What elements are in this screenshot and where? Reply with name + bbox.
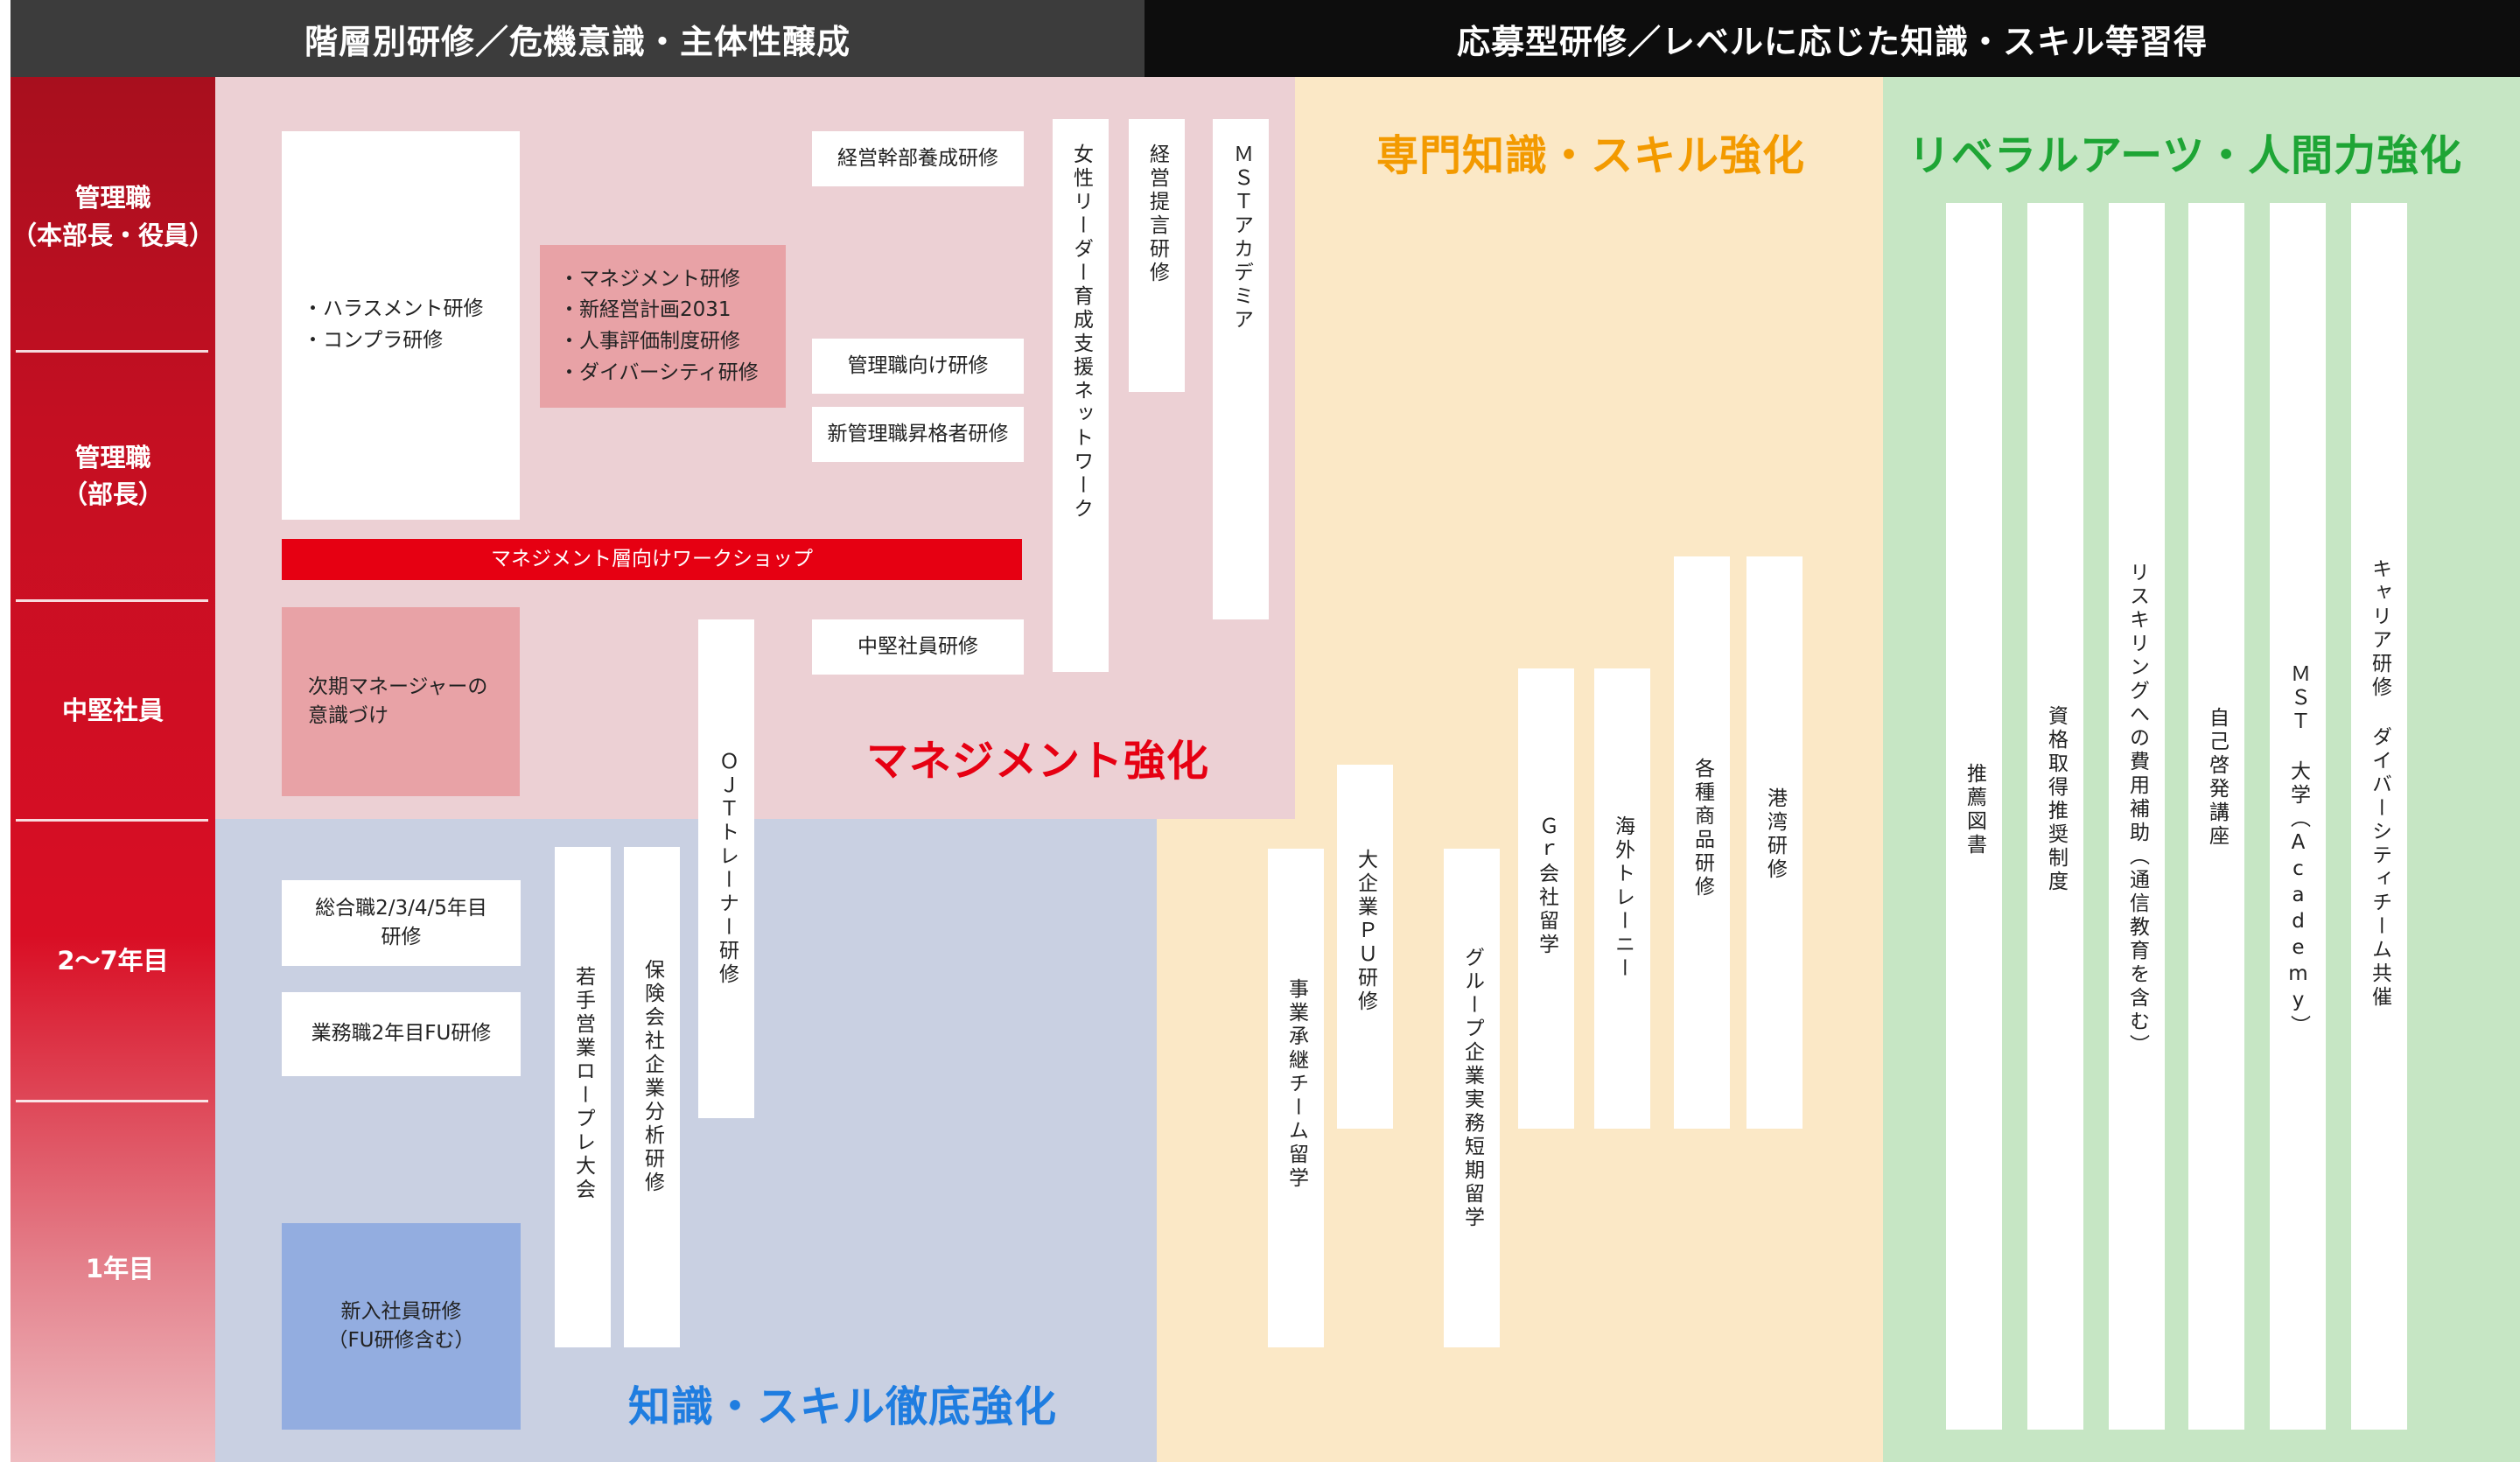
recommended-books-label: 推薦図書	[1963, 763, 1986, 857]
exec-training-box: 経営幹部養成研修	[812, 131, 1024, 186]
young-sales-roleplay-box: 若手営業ロープレ大会	[555, 847, 611, 1347]
header-right: 応募型研修／レベルに応じた知識・スキル等習得	[1144, 0, 2520, 77]
level-exec: 管理職 （本部長・役員）	[10, 183, 214, 250]
mst-academy-label: ＭＳＴアカデミア	[1229, 143, 1253, 332]
large-corp-pu-label: 大企業ＰＵ研修	[1354, 849, 1377, 1014]
management-zone-title: マネジメント強化	[866, 737, 1210, 786]
overseas-trainee-label: 海外トレーニー	[1611, 815, 1634, 981]
specialist-item: Ｇｒ会社留学	[1518, 668, 1574, 1129]
liberal-item: 自己啓発講座	[2188, 203, 2244, 1430]
level-year-1: 1年目	[85, 1253, 155, 1284]
new-hire-training-box: 新入社員研修 （FU研修含む）	[282, 1223, 521, 1430]
liberal-item: 推薦図書	[1946, 203, 2002, 1430]
management-training-box: ・マネジメント研修 ・新経営計画2031 ・人事評価制度研修 ・ダイバーシティ研…	[540, 245, 786, 408]
harassment-compliance-box: ・ハラスメント研修 ・コンプラ研修	[282, 131, 520, 520]
specialist-item: 大企業ＰＵ研修	[1337, 765, 1393, 1129]
level-mid-career: 中堅社員	[61, 695, 164, 725]
header-left: 階層別研修／危機意識・主体性醸成	[10, 0, 1144, 77]
liberal-item: リスキリングへの費用補助（通信教育を含む）	[2109, 203, 2165, 1430]
liberal-item: キャリア研修 ダイバーシティチーム共催	[2351, 203, 2407, 1430]
liberal-zone-title: リベラルアーツ・人間力強化	[1908, 131, 2463, 180]
women-leader-network-box: 女性リーダー育成支援ネットワーク	[1053, 119, 1109, 672]
port-training-label: 港湾研修	[1763, 787, 1787, 882]
specialist-zone-title: 専門知識・スキル強化	[1376, 131, 1806, 180]
clerical-fu-training-box: 業務職2年目FU研修	[282, 992, 521, 1076]
career-year-training-box: 総合職2/3/4/5年目 研修	[282, 880, 521, 966]
specialist-item: 港湾研修	[1746, 556, 1802, 1129]
career-diversity-label: キャリア研修 ダイバーシティチーム共催	[2368, 558, 2391, 1010]
level-year-2-7: 2〜7年目	[57, 945, 169, 976]
group-company-study-label: グループ企業実務短期留学	[1460, 947, 1484, 1230]
specialist-item: 各種商品研修	[1674, 556, 1730, 1129]
group-company-exchange-label: Ｇｒ会社留学	[1535, 815, 1558, 957]
insurer-analysis-box: 保険会社企業分析研修	[624, 847, 680, 1347]
manager-training-box: 管理職向け研修	[812, 339, 1024, 394]
management-workshop-bar: マネジメント層向けワークショップ	[282, 539, 1022, 580]
mid-career-training-box: 中堅社員研修	[812, 619, 1024, 675]
next-manager-box: 次期マネージャーの 意識づけ	[282, 607, 520, 796]
insurer-analysis-label: 保険会社企業分析研修	[640, 959, 664, 1195]
young-sales-roleplay-label: 若手営業ロープレ大会	[571, 966, 595, 1202]
qualification-support-label: 資格取得推奨制度	[2044, 705, 2068, 894]
management-proposal-label: 経営提言研修	[1145, 143, 1169, 285]
reskilling-subsidy-label: リスキリングへの費用補助（通信教育を含む）	[2125, 562, 2149, 1058]
ojt-trainer-label: ＯＪＴトレーナー研修	[715, 751, 738, 987]
business-succession-label: 事業承継チーム留学	[1284, 978, 1308, 1191]
liberal-item: 資格取得推奨制度	[2027, 203, 2083, 1430]
specialist-item: 海外トレーニー	[1594, 668, 1650, 1129]
specialist-item: 事業承継チーム留学	[1268, 849, 1324, 1347]
ojt-trainer-box: ＯＪＴトレーナー研修	[698, 619, 754, 1118]
women-leader-network-label: 女性リーダー育成支援ネットワーク	[1069, 143, 1093, 521]
level-manager: 管理職 （部長）	[61, 442, 164, 509]
product-training-label: 各種商品研修	[1690, 758, 1714, 899]
specialist-item: グループ企業実務短期留学	[1444, 849, 1500, 1347]
management-proposal-box: 経営提言研修	[1129, 119, 1185, 392]
mst-academy-box: ＭＳＴアカデミア	[1213, 119, 1269, 619]
self-development-label: 自己啓発講座	[2205, 707, 2229, 849]
liberal-item: ＭＳＴ 大学（Academy）	[2270, 203, 2326, 1430]
mst-university-label: ＭＳＴ 大学（Academy）	[2286, 663, 2310, 1039]
new-manager-training-box: 新管理職昇格者研修	[812, 407, 1024, 462]
knowledge-zone-title: 知識・スキル徹底強化	[628, 1382, 1058, 1431]
